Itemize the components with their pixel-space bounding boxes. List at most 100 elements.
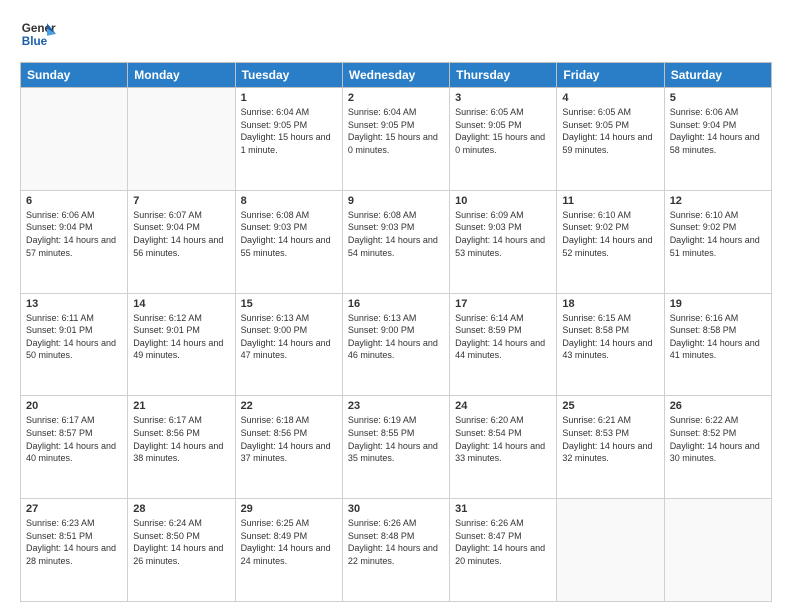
calendar-cell: 5 Sunrise: 6:06 AMSunset: 9:04 PMDaylight… [664, 88, 771, 191]
calendar-cell: 19Sunrise: 6:16 AMSunset: 8:58 PMDayligh… [664, 293, 771, 396]
day-number: 12 [670, 195, 766, 207]
day-info: Sunrise: 6:04 AMSunset: 9:05 PMDaylight:… [348, 106, 444, 156]
day-info: Sunrise: 6:20 AMSunset: 8:54 PMDaylight:… [455, 414, 551, 464]
calendar-cell: 20 Sunrise: 6:17 AMSunset: 8:57 PMDayligh… [21, 396, 128, 499]
day-number: 9 [348, 195, 444, 207]
day-info: Sunrise: 6:14 AMSunset: 8:59 PMDaylight:… [455, 312, 551, 362]
logo-icon: General Blue [20, 16, 56, 52]
weekday-header: Friday [557, 63, 664, 88]
calendar-cell: 18 Sunrise: 6:15 AMSunset: 8:58 PMDayligh… [557, 293, 664, 396]
day-number: 8 [241, 195, 337, 207]
calendar-cell: 12 Sunrise: 6:10 AMSunset: 9:02 PMDayligh… [664, 190, 771, 293]
day-info: Sunrise: 6:10 AMSunset: 9:02 PMDaylight:… [670, 209, 766, 259]
day-info: Sunrise: 6:08 AMSunset: 9:03 PMDaylight:… [241, 209, 337, 259]
day-number: 26 [670, 400, 766, 412]
day-number: 19 [670, 298, 766, 310]
weekday-header: Thursday [450, 63, 557, 88]
calendar-cell: 31 Sunrise: 6:26 AMSunset: 8:47 PMDayligh… [450, 499, 557, 602]
day-info: Sunrise: 6:24 AMSunset: 8:50 PMDaylight:… [133, 517, 229, 567]
day-number: 25 [562, 400, 658, 412]
day-info: Sunrise: 6:19 AMSunset: 8:55 PMDaylight:… [348, 414, 444, 464]
calendar-cell: 21Sunrise: 6:17 AMSunset: 8:56 PMDayligh… [128, 396, 235, 499]
day-info: Sunrise: 6:15 AMSunset: 8:58 PMDaylight:… [562, 312, 658, 362]
day-number: 13 [26, 298, 122, 310]
calendar-cell: 3 Sunrise: 6:05 AMSunset: 9:05 PMDaylight… [450, 88, 557, 191]
day-number: 31 [455, 503, 551, 515]
day-number: 17 [455, 298, 551, 310]
day-info: Sunrise: 6:17 AMSunset: 8:57 PMDaylight:… [26, 414, 122, 464]
day-number: 5 [670, 92, 766, 104]
calendar-cell: 16 Sunrise: 6:13 AMSunset: 9:00 PMDayligh… [342, 293, 449, 396]
weekday-header: Monday [128, 63, 235, 88]
calendar-cell: 29Sunrise: 6:25 AMSunset: 8:49 PMDayligh… [235, 499, 342, 602]
weekday-header: Tuesday [235, 63, 342, 88]
day-number: 15 [241, 298, 337, 310]
calendar-week-row: 27 Sunrise: 6:23 AMSunset: 8:51 PMDayligh… [21, 499, 772, 602]
calendar-cell: 7 Sunrise: 6:07 AMSunset: 9:04 PMDaylight… [128, 190, 235, 293]
calendar-cell: 2Sunrise: 6:04 AMSunset: 9:05 PMDaylight… [342, 88, 449, 191]
calendar-week-row: 13 Sunrise: 6:11 AMSunset: 9:01 PMDayligh… [21, 293, 772, 396]
weekday-header: Saturday [664, 63, 771, 88]
day-number: 7 [133, 195, 229, 207]
calendar-cell [664, 499, 771, 602]
calendar: SundayMondayTuesdayWednesdayThursdayFrid… [20, 62, 772, 602]
calendar-cell: 17 Sunrise: 6:14 AMSunset: 8:59 PMDayligh… [450, 293, 557, 396]
day-info: Sunrise: 6:18 AMSunset: 8:56 PMDaylight:… [241, 414, 337, 464]
day-info: Sunrise: 6:06 AMSunset: 9:04 PMDaylight:… [26, 209, 122, 259]
day-number: 29 [241, 503, 337, 515]
day-number: 30 [348, 503, 444, 515]
calendar-cell: 26 Sunrise: 6:22 AMSunset: 8:52 PMDayligh… [664, 396, 771, 499]
day-info: Sunrise: 6:23 AMSunset: 8:51 PMDaylight:… [26, 517, 122, 567]
day-number: 18 [562, 298, 658, 310]
day-number: 24 [455, 400, 551, 412]
day-info: Sunrise: 6:26 AMSunset: 8:48 PMDaylight:… [348, 517, 444, 567]
calendar-cell [557, 499, 664, 602]
day-info: Sunrise: 6:21 AMSunset: 8:53 PMDaylight:… [562, 414, 658, 464]
day-info: Sunrise: 6:17 AMSunset: 8:56 PMDaylight:… [133, 414, 229, 464]
day-number: 20 [26, 400, 122, 412]
day-number: 6 [26, 195, 122, 207]
day-info: Sunrise: 6:26 AMSunset: 8:47 PMDaylight:… [455, 517, 551, 567]
calendar-week-row: 1 Sunrise: 6:04 AMSunset: 9:05 PMDaylight… [21, 88, 772, 191]
day-number: 1 [241, 92, 337, 104]
day-info: Sunrise: 6:06 AMSunset: 9:04 PMDaylight:… [670, 106, 766, 156]
calendar-cell: 8 Sunrise: 6:08 AMSunset: 9:03 PMDaylight… [235, 190, 342, 293]
day-info: Sunrise: 6:08 AMSunset: 9:03 PMDaylight:… [348, 209, 444, 259]
svg-text:Blue: Blue [22, 35, 48, 48]
calendar-cell: 23 Sunrise: 6:19 AMSunset: 8:55 PMDayligh… [342, 396, 449, 499]
calendar-cell: 1Sunrise: 6:04 AMSunset: 9:05 PMDaylight… [235, 88, 342, 191]
day-info: Sunrise: 6:10 AMSunset: 9:02 PMDaylight:… [562, 209, 658, 259]
day-info: Sunrise: 6:22 AMSunset: 8:52 PMDaylight:… [670, 414, 766, 464]
calendar-cell: 6 Sunrise: 6:06 AMSunset: 9:04 PMDaylight… [21, 190, 128, 293]
calendar-week-row: 20 Sunrise: 6:17 AMSunset: 8:57 PMDayligh… [21, 396, 772, 499]
day-info: Sunrise: 6:05 AMSunset: 9:05 PMDaylight:… [455, 106, 551, 156]
calendar-cell: 10 Sunrise: 6:09 AMSunset: 9:03 PMDayligh… [450, 190, 557, 293]
calendar-cell: 4Sunrise: 6:05 AMSunset: 9:05 PMDaylight… [557, 88, 664, 191]
header: General Blue [20, 16, 772, 52]
calendar-cell: 13 Sunrise: 6:11 AMSunset: 9:01 PMDayligh… [21, 293, 128, 396]
day-number: 23 [348, 400, 444, 412]
day-info: Sunrise: 6:12 AMSunset: 9:01 PMDaylight:… [133, 312, 229, 362]
day-number: 16 [348, 298, 444, 310]
calendar-cell: 11 Sunrise: 6:10 AMSunset: 9:02 PMDayligh… [557, 190, 664, 293]
calendar-cell: 9 Sunrise: 6:08 AMSunset: 9:03 PMDaylight… [342, 190, 449, 293]
weekday-header: Sunday [21, 63, 128, 88]
day-info: Sunrise: 6:09 AMSunset: 9:03 PMDaylight:… [455, 209, 551, 259]
weekday-header: Wednesday [342, 63, 449, 88]
day-number: 11 [562, 195, 658, 207]
day-info: Sunrise: 6:07 AMSunset: 9:04 PMDaylight:… [133, 209, 229, 259]
day-number: 3 [455, 92, 551, 104]
day-number: 27 [26, 503, 122, 515]
day-number: 4 [562, 92, 658, 104]
day-info: Sunrise: 6:11 AMSunset: 9:01 PMDaylight:… [26, 312, 122, 362]
calendar-cell: 14 Sunrise: 6:12 AMSunset: 9:01 PMDayligh… [128, 293, 235, 396]
day-number: 28 [133, 503, 229, 515]
calendar-cell: 25 Sunrise: 6:21 AMSunset: 8:53 PMDayligh… [557, 396, 664, 499]
calendar-cell: 15Sunrise: 6:13 AMSunset: 9:00 PMDayligh… [235, 293, 342, 396]
day-number: 10 [455, 195, 551, 207]
calendar-cell: 30 Sunrise: 6:26 AMSunset: 8:48 PMDayligh… [342, 499, 449, 602]
day-number: 14 [133, 298, 229, 310]
day-info: Sunrise: 6:13 AMSunset: 9:00 PMDaylight:… [348, 312, 444, 362]
day-number: 22 [241, 400, 337, 412]
calendar-week-row: 6 Sunrise: 6:06 AMSunset: 9:04 PMDaylight… [21, 190, 772, 293]
